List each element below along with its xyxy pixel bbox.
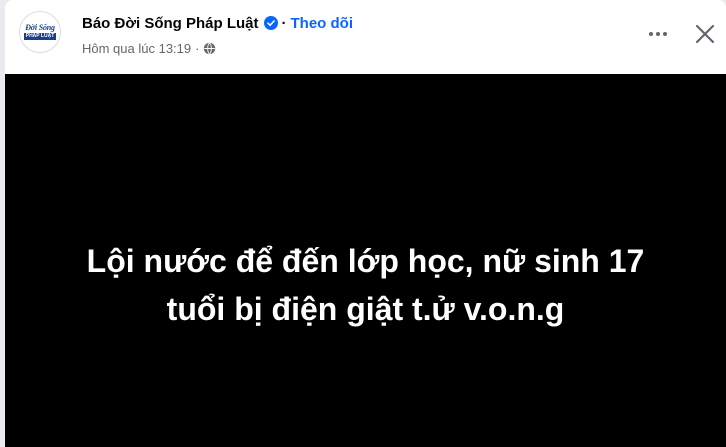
page-name-link[interactable]: Báo Đời Sống Pháp Luật: [82, 15, 259, 32]
post-media[interactable]: Lội nước để đến lớp học, nữ sinh 17 tuổi…: [5, 74, 726, 447]
post-header: Đời Sống PHÁP LUẬT Báo Đời Sống Pháp Luậ…: [5, 0, 726, 74]
globe-icon[interactable]: [203, 41, 216, 55]
verified-badge-icon: [263, 16, 278, 30]
media-headline: Lội nước để đến lớp học, nữ sinh 17 tuổi…: [5, 237, 726, 333]
follow-button[interactable]: Theo dõi: [291, 15, 354, 32]
meta-separator: ·: [195, 40, 200, 56]
post-card: Đời Sống PHÁP LUẬT Báo Đời Sống Pháp Luậ…: [5, 0, 726, 447]
close-button[interactable]: [689, 18, 721, 50]
more-options-dot: [663, 32, 667, 36]
name-separator: ·: [281, 14, 287, 32]
logo-line-2: PHÁP LUẬT: [23, 33, 57, 40]
more-options-icon: [649, 32, 653, 36]
headline-line-2: tuổi bị điện giật t.ử v.o.n.g: [166, 291, 565, 327]
post-meta: Hôm qua lúc 13:19 ·: [82, 39, 216, 57]
close-icon: [695, 24, 715, 44]
post-timestamp[interactable]: Hôm qua lúc 13:19: [82, 41, 191, 56]
page-name-row: Báo Đời Sống Pháp Luật · Theo dõi: [82, 13, 353, 33]
logo-line-1: Đời Sống: [25, 23, 55, 32]
headline-line-1: Lội nước để đến lớp học, nữ sinh 17: [86, 243, 645, 279]
more-options-dot: [656, 32, 660, 36]
more-options-button[interactable]: [642, 18, 674, 50]
page-avatar[interactable]: Đời Sống PHÁP LUẬT: [19, 11, 61, 53]
page-logo: Đời Sống PHÁP LUẬT: [23, 23, 57, 40]
